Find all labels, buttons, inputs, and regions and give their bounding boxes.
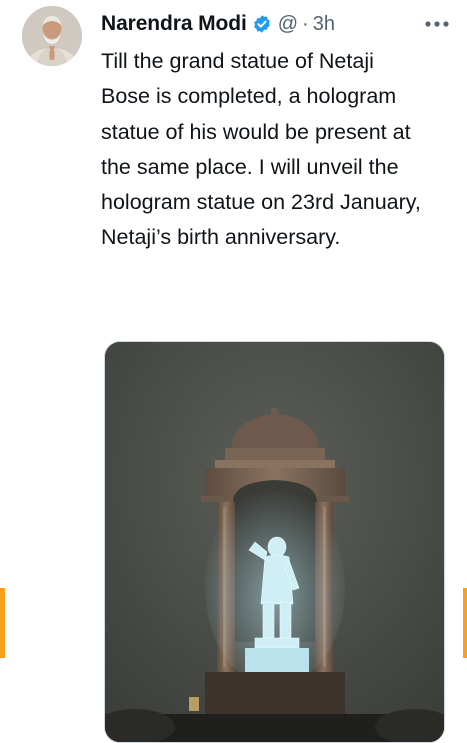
right-edge-accent	[463, 588, 467, 658]
more-horizontal-icon[interactable]	[421, 8, 453, 40]
author-name[interactable]: Narendra Modi	[101, 12, 247, 36]
header-separator: ·	[302, 12, 309, 35]
avatar-image	[22, 6, 82, 66]
left-edge-accent	[0, 588, 5, 658]
author-handle[interactable]: @	[278, 13, 298, 36]
tweet-photo[interactable]	[104, 341, 445, 743]
tweet-text: Till the grand statue of Netaji Bose is …	[101, 49, 421, 250]
hologram-statue-photo	[105, 342, 444, 742]
avatar[interactable]	[22, 6, 82, 66]
tweet-timestamp[interactable]: 3h	[313, 13, 335, 36]
verified-badge-icon	[252, 14, 272, 34]
tweet-header: Narendra Modi @ · 3h	[101, 8, 453, 40]
